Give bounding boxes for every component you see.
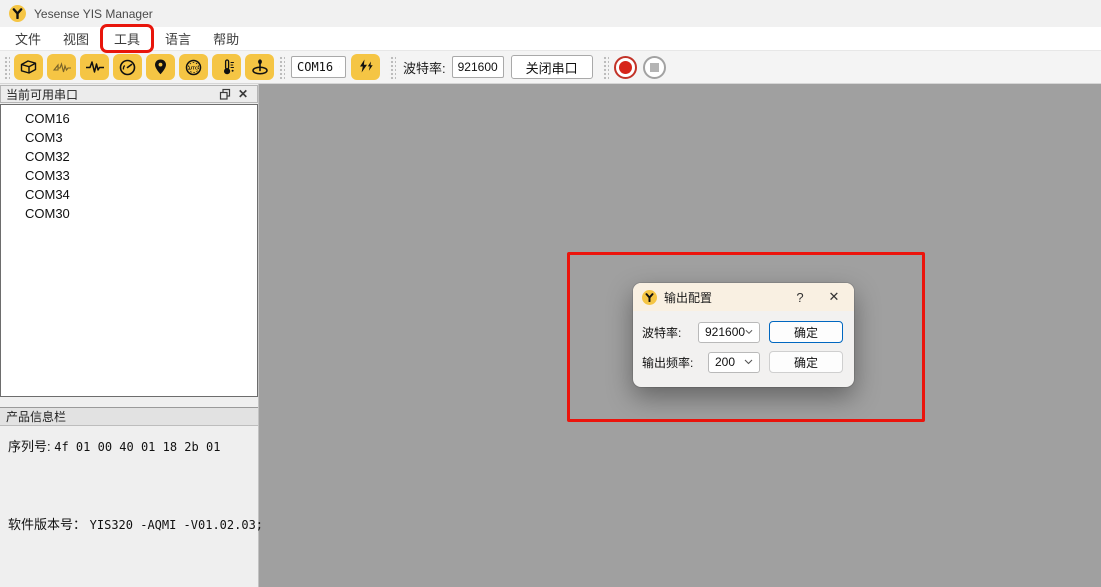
port-list-item[interactable]: COM16 [1, 109, 257, 128]
dialog-logo-icon [642, 290, 657, 305]
product-info-header: 产品信息栏 [0, 407, 258, 426]
menu-tools[interactable]: 工具 [103, 27, 151, 50]
float-panel-icon[interactable] [216, 86, 234, 102]
menu-bar: 文件 视图 工具 语言 帮助 [0, 27, 1101, 51]
location-pin-icon[interactable] [146, 54, 175, 80]
close-panel-icon[interactable]: ✕ [234, 86, 252, 102]
raw-wave-icon[interactable] [80, 54, 109, 80]
app-logo-icon [9, 5, 26, 22]
baud-confirm-button[interactable]: 确定 [769, 321, 843, 343]
port-select-value: COM16 [297, 60, 333, 74]
dialog-frequency-label: 输出频率: [642, 354, 693, 371]
toolbar-gripper[interactable] [389, 55, 396, 79]
chevron-down-icon [339, 64, 340, 70]
workspace: 当前可用串口 ✕ COM16 COM3 COM32 COM33 COM34 CO… [0, 84, 1101, 587]
serial-number-row: 序列号: 4f 01 00 40 01 18 2b 01 [8, 436, 220, 455]
product-info-title: 产品信息栏 [6, 408, 66, 425]
chevron-down-icon [744, 359, 753, 365]
port-list-item[interactable]: COM32 [1, 147, 257, 166]
serial-number-label: 序列号: [8, 439, 51, 454]
baud-rate-row: 波特率: 921600 确定 [642, 321, 843, 343]
refresh-ports-icon[interactable] [351, 54, 380, 80]
toolbar-gripper[interactable] [3, 55, 10, 79]
temperature-icon[interactable] [212, 54, 241, 80]
close-serial-port-button[interactable]: 关闭串口 [511, 55, 593, 79]
port-list-item[interactable]: COM34 [1, 185, 257, 204]
menu-help[interactable]: 帮助 [202, 27, 250, 50]
port-list-item[interactable]: COM30 [1, 204, 257, 223]
close-icon[interactable]: ✕ [823, 289, 845, 305]
baud-select[interactable]: 921600 [452, 56, 504, 78]
stop-icon [650, 63, 659, 72]
dialog-title: 输出配置 [664, 289, 789, 306]
serial-number-value: 4f 01 00 40 01 18 2b 01 [54, 440, 220, 454]
dialog-baud-select[interactable]: 921600 [698, 322, 760, 343]
software-version-row: 软件版本号： YIS320 -AQMI -V01.02.03; [8, 514, 263, 533]
product-info-body: 序列号: 4f 01 00 40 01 18 2b 01 软件版本号： YIS3… [0, 426, 258, 587]
port-list-item[interactable]: COM3 [1, 128, 257, 147]
angle-wave-icon[interactable] [47, 54, 76, 80]
gauge-icon[interactable] [113, 54, 142, 80]
frequency-confirm-button[interactable]: 确定 [769, 351, 843, 373]
port-select[interactable]: COM16 [291, 56, 346, 78]
dialog-body: 波特率: 921600 确定 输出频率: 200 确定 [633, 311, 854, 373]
dialog-baud-value: 921600 [705, 325, 745, 339]
serial-port-panel: 当前可用串口 ✕ COM16 COM3 COM32 COM33 COM34 CO… [0, 84, 259, 587]
chevron-down-icon [745, 329, 753, 335]
record-button[interactable] [614, 56, 637, 79]
dialog-title-bar: 输出配置 ? ✕ [633, 283, 854, 311]
dialog-baud-label: 波特率: [642, 324, 681, 341]
serial-port-panel-header: 当前可用串口 ✕ [0, 85, 258, 103]
baud-rate-label: 波特率: [403, 58, 446, 77]
record-icon [619, 61, 632, 74]
serial-port-panel-title: 当前可用串口 [6, 86, 216, 103]
output-config-dialog: 输出配置 ? ✕ 波特率: 921600 确定 输出频率: 200 确定 [633, 283, 854, 387]
3d-model-icon[interactable] [14, 54, 43, 80]
baud-select-value: 921600 [458, 60, 498, 74]
output-frequency-row: 输出频率: 200 确定 [642, 351, 843, 373]
toolbar-gripper[interactable] [278, 55, 285, 79]
attitude-pin-icon[interactable] [245, 54, 274, 80]
menu-language[interactable]: 语言 [154, 27, 202, 50]
dialog-frequency-select[interactable]: 200 [708, 352, 760, 373]
title-bar: Yesense YIS Manager [0, 0, 1101, 27]
help-icon[interactable]: ? [789, 290, 811, 305]
dialog-frequency-value: 200 [715, 355, 735, 369]
software-version-label: 软件版本号： [8, 517, 86, 532]
port-list-item[interactable]: COM33 [1, 166, 257, 185]
svg-text:UTC: UTC [189, 65, 199, 70]
utc-clock-icon[interactable]: UTC [179, 54, 208, 80]
stop-button[interactable] [643, 56, 666, 79]
menu-view[interactable]: 视图 [52, 27, 100, 50]
port-list: COM16 COM3 COM32 COM33 COM34 COM30 [0, 104, 258, 397]
menu-file[interactable]: 文件 [4, 27, 52, 50]
software-version-value: YIS320 -AQMI -V01.02.03; [90, 518, 263, 532]
app-window: Yesense YIS Manager 文件 视图 工具 语言 帮助 UTC [0, 0, 1101, 587]
window-title: Yesense YIS Manager [34, 7, 153, 21]
toolbar: UTC COM16 波特率: 921600 关闭串口 [0, 51, 1101, 84]
toolbar-gripper[interactable] [602, 55, 609, 79]
